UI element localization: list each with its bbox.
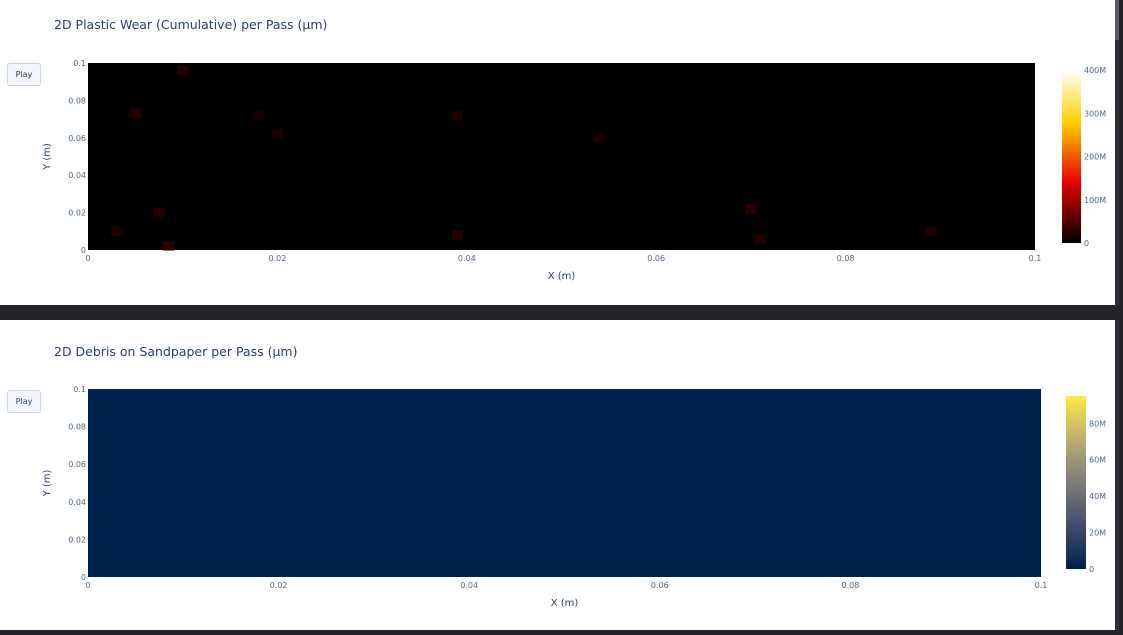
- heatmap-cell: [252, 110, 265, 121]
- y-tick-label: 0.02: [68, 535, 86, 544]
- heatmap-cell: [177, 65, 189, 76]
- colorbar-tick-label: 80M: [1089, 419, 1106, 428]
- heatmap-cell: [129, 108, 142, 119]
- y-tick-label: 0.04: [68, 171, 86, 180]
- y-tick-label: 0.08: [68, 96, 86, 105]
- colorbar-tick-label: 40M: [1089, 492, 1106, 501]
- x-tick-label: 0.06: [647, 254, 665, 263]
- heatmap-cell: [162, 241, 175, 251]
- y-tick-label: 0.06: [68, 134, 86, 143]
- x-tick-label: 0.08: [841, 581, 859, 590]
- plastic-wear-heatmap[interactable]: 0 0.02 0.04 0.06 0.08 0.1 0 0.02 0.04 0.06 0.08 0.1…: [0, 0, 1119, 305]
- y-axis-title: Y (m): [42, 143, 53, 171]
- heatmap-cell: [925, 226, 937, 236]
- y-tick-label: 0.04: [68, 498, 86, 507]
- x-tick-label: 0.04: [458, 254, 476, 263]
- scroll-thumb[interactable]: [1115, 0, 1119, 40]
- heatmap-cell: [110, 226, 123, 236]
- heatmap-cell: [271, 129, 284, 139]
- x-tick-label: 0.08: [837, 254, 855, 263]
- heatmap-area: [88, 389, 1041, 577]
- debris-panel: 2D Debris on Sandpaper per Pass (µm) Pla…: [0, 320, 1119, 630]
- y-tick-label: 0.06: [68, 460, 86, 469]
- y-tick-label: 0.02: [68, 209, 86, 218]
- x-axis-title: X (m): [548, 271, 576, 282]
- heatmap-cell: [745, 204, 757, 214]
- colorbar-tick-label: 200M: [1084, 153, 1106, 162]
- colorbar: [1062, 70, 1081, 243]
- x-tick-label: 0.02: [270, 581, 288, 590]
- x-tick-label: 0.06: [651, 581, 669, 590]
- y-tick-label: 0.1: [73, 385, 86, 394]
- colorbar-tick-label: 60M: [1089, 456, 1106, 465]
- y-tick-label: 0: [81, 573, 86, 582]
- heatmap-area: [88, 63, 1035, 250]
- y-axis-title: Y (m): [42, 469, 53, 497]
- heatmap-cell: [153, 207, 165, 218]
- x-tick-label: 0: [85, 581, 90, 590]
- colorbar-tick-label: 300M: [1084, 109, 1106, 118]
- x-tick-label: 0.1: [1029, 254, 1042, 263]
- y-tick-label: 0.08: [68, 423, 86, 432]
- debris-heatmap[interactable]: 0 0.02 0.04 0.06 0.08 0.1 0 0.02 0.04 0.06 0.08 0.1…: [0, 320, 1119, 630]
- colorbar-tick-label: 20M: [1089, 529, 1106, 538]
- x-tick-label: 0.02: [268, 254, 286, 263]
- x-axis-title: X (m): [551, 598, 579, 609]
- colorbar-tick-label: 0: [1084, 239, 1089, 248]
- colorbar-tick-label: 400M: [1084, 66, 1106, 75]
- heatmap-cell: [593, 133, 606, 143]
- heatmap-cell: [451, 230, 464, 240]
- colorbar-tick-label: 0: [1089, 565, 1094, 574]
- x-tick-label: 0: [85, 254, 90, 263]
- plastic-wear-panel: 2D Plastic Wear (Cumulative) per Pass (µ…: [0, 0, 1119, 305]
- colorbar-tick-label: 100M: [1084, 196, 1106, 205]
- scrollbar[interactable]: [1115, 320, 1119, 630]
- y-tick-label: 0.1: [73, 59, 86, 68]
- heatmap-cell: [754, 234, 767, 244]
- heatmap-cell: [451, 110, 464, 121]
- scrollbar[interactable]: [1115, 0, 1119, 305]
- x-tick-label: 0.1: [1035, 581, 1048, 590]
- x-tick-label: 0.04: [460, 581, 478, 590]
- y-tick-label: 0: [81, 246, 86, 255]
- colorbar: [1066, 396, 1086, 569]
